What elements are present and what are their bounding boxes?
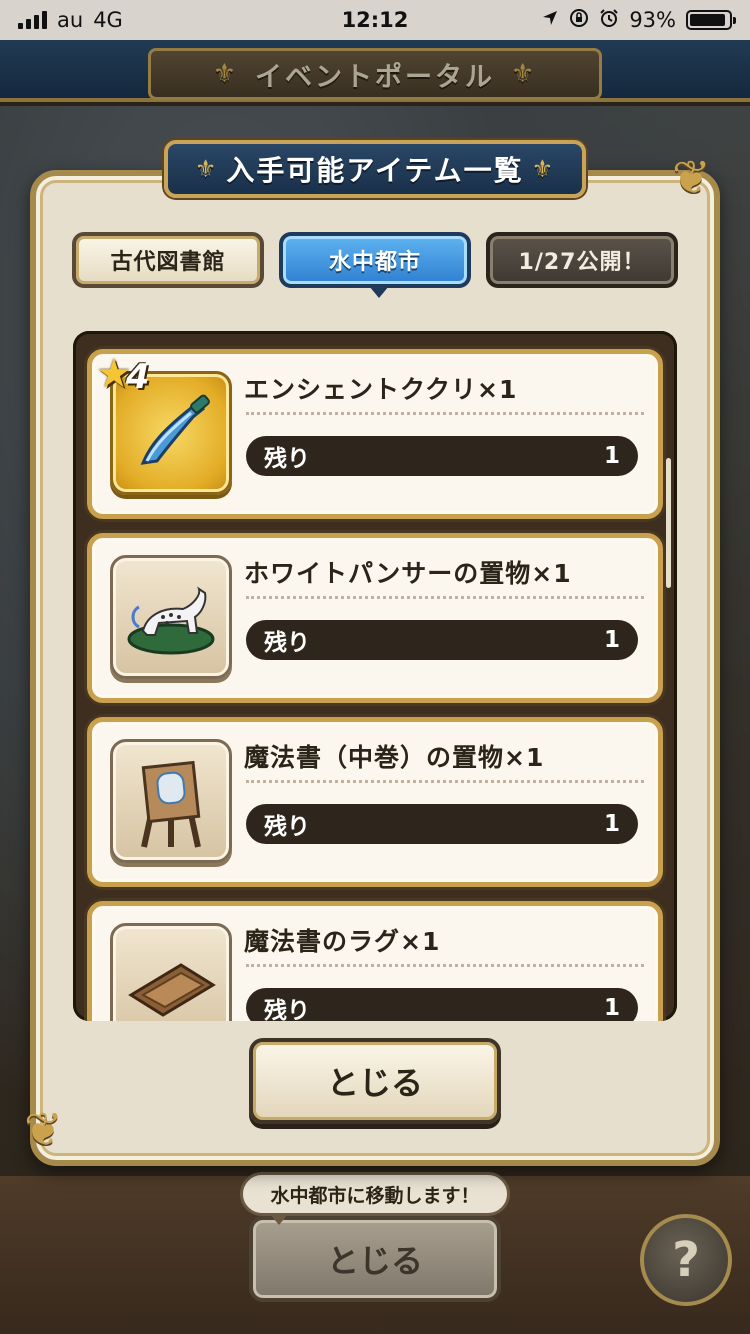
close-button[interactable]: とじる [249,1038,501,1124]
question-icon: ? [672,1232,700,1288]
remaining-label: 残り [264,998,310,1021]
tab-upcoming[interactable]: 1/27公開！ [486,232,678,288]
remaining-count: 1 [603,443,620,469]
corner-ornament-icon: ❦ [672,150,711,204]
tab-underwater-city[interactable]: 水中都市 [279,232,471,298]
remaining-label: 残り [264,446,310,472]
battery-percent: 93% [629,8,676,32]
rotation-lock-icon [569,8,589,33]
remaining-bar: 残り 1 [246,436,638,476]
background-close-label: とじる [326,1242,423,1280]
tab-label: 古代図書館 [110,250,226,275]
list-item: ホワイトパンサーの置物×1 残り 1 [87,533,663,703]
divider [246,412,644,415]
remaining-bar: 残り 1 [246,620,638,660]
tab-label: 水中都市 [328,250,421,275]
signal-icon [18,11,47,29]
list-item: ★ 4 エンシェントククリ×1 残り 1 [87,349,663,519]
remaining-bar: 残り 1 [246,988,638,1021]
close-label: とじる [326,1064,423,1102]
item-name: エンシェントククリ×1 [244,375,518,404]
list-item: 魔法書のラグ×1 残り 1 [87,901,663,1021]
item-name: ホワイトパンサーの置物×1 [244,559,572,588]
fleur-ornament-icon: ⚜ [531,155,556,183]
divider [246,964,644,967]
remaining-count: 1 [603,811,620,837]
tooltip-text: 水中都市に移動します！ [270,1184,480,1207]
item-list[interactable]: ★4 エンシェントククリ×1 残り 1 ホワイトパンサーの置物×1 残り 1 [73,331,677,1021]
spellbook-easel-icon [110,739,232,863]
fleur-ornament-icon: ⚜ [194,155,219,183]
help-button[interactable]: ? [640,1214,732,1306]
remaining-label: 残り [264,630,310,656]
alarm-icon [599,8,619,33]
battery-icon [686,10,736,30]
divider [246,780,644,783]
item-name: 魔法書（中巻）の置物×1 [244,743,545,772]
tab-ancient-library[interactable]: 古代図書館 [72,232,264,288]
move-tooltip: 水中都市に移動します！ [240,1172,510,1225]
item-name: 魔法書のラグ×1 [244,927,441,956]
remaining-bar: 残り 1 [246,804,638,844]
divider [246,596,644,599]
rarity-badge: ★ 4 [96,354,150,394]
dialog-title-plate: ⚜ 入手可能アイテム一覧 ⚜ [164,140,586,198]
carrier-label: au [57,8,84,32]
list-scrollbar[interactable] [666,458,671,588]
location-icon [541,8,559,32]
list-item: 魔法書（中巻）の置物×1 残り 1 [87,717,663,887]
white-panther-figure-icon [110,555,232,679]
remaining-count: 1 [603,995,620,1021]
remaining-label: 残り [264,814,310,840]
status-bar: au 4G 12:12 93% [0,0,750,40]
background-close-button: とじる [249,1216,501,1302]
dialog-title: 入手可能アイテム一覧 [226,154,524,187]
spellbook-rug-icon [110,923,232,1021]
remaining-count: 1 [603,627,620,653]
network-label: 4G [93,8,123,32]
rarity-value: 4 [125,357,150,397]
corner-ornament-icon: ❦ [24,1102,63,1156]
tab-label: 1/27公開！ [518,250,646,275]
